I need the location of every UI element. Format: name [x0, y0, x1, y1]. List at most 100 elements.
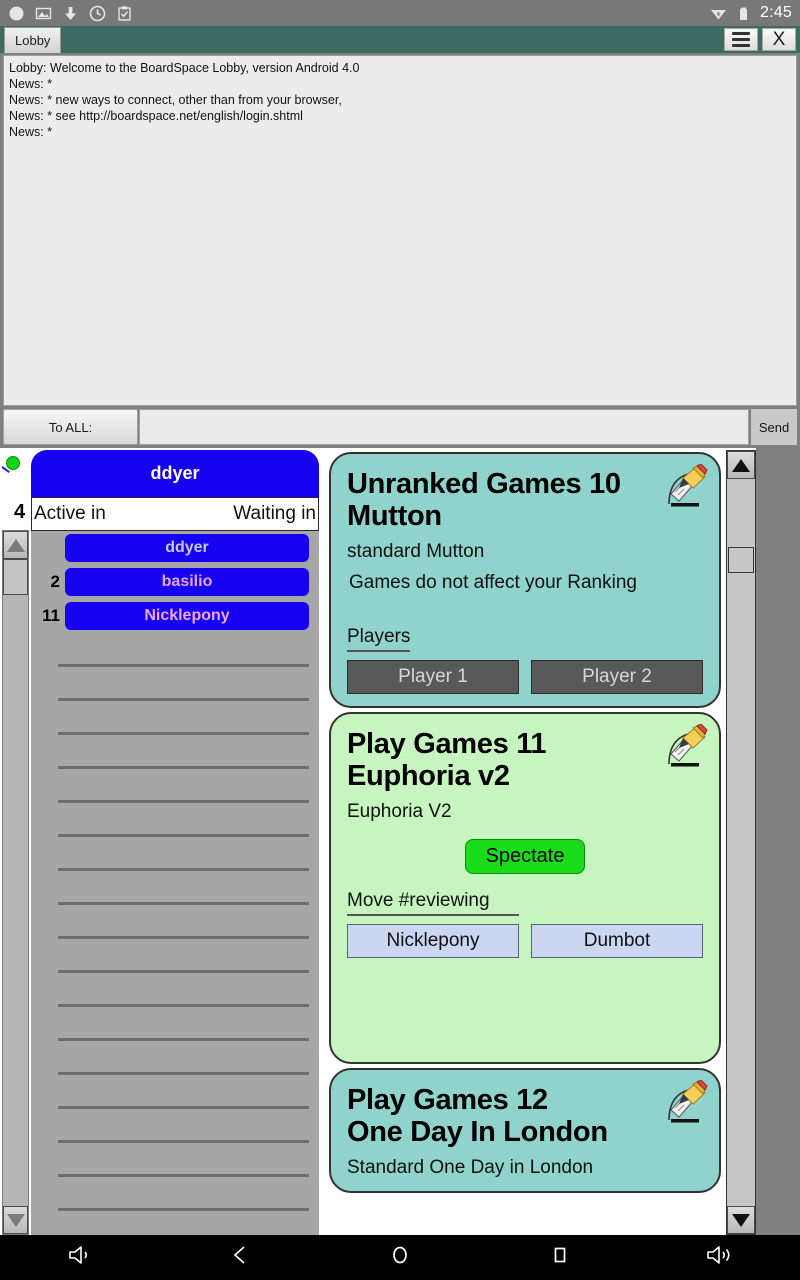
scroll-up-button[interactable]	[727, 451, 755, 479]
game-card-title-line1: Play Games 12	[347, 1083, 548, 1116]
menu-button[interactable]	[724, 28, 758, 51]
player-row-empty	[31, 633, 319, 667]
download-icon	[62, 5, 79, 22]
game-card-title-line1: Unranked Games 10	[347, 468, 621, 500]
pencil-notepad-icon	[663, 463, 711, 512]
chat-line: News: *	[9, 77, 53, 91]
scrollbar-thumb[interactable]	[728, 547, 754, 573]
status-bar-system-icons: 2:45	[710, 4, 792, 22]
player-row[interactable]: 11 Nicklepony	[31, 599, 319, 633]
status-bar-notification-icons	[8, 5, 133, 22]
player-list-body: ddyer 2 basilio 11 Nicklepony	[31, 531, 319, 1235]
scroll-down-button[interactable]	[727, 1206, 755, 1234]
game-room-card[interactable]: Play Games 11 Euphoria v2 Euphoria V2 Sp…	[329, 711, 721, 1064]
chat-message-input[interactable]	[139, 409, 749, 445]
circle-icon	[8, 5, 25, 22]
chat-line: Lobby: Welcome to the BoardSpace Lobby, …	[9, 61, 360, 75]
game-card-subtitle: Standard One Day in London	[347, 1156, 594, 1178]
game-card-section-label: Players	[347, 626, 411, 652]
player-panel-header: ddyer	[31, 450, 319, 497]
player-row[interactable]: 2 basilio	[31, 565, 319, 599]
player-row-empty	[31, 905, 319, 939]
spectate-row: Spectate	[347, 838, 703, 874]
hamburger-menu-icon	[732, 29, 750, 50]
chat-recipient-selector[interactable]: To ALL:	[3, 409, 138, 445]
connection-status-dot	[6, 456, 20, 470]
spectate-button[interactable]: Spectate	[464, 838, 586, 874]
game-card-title: Play Games 12 One Day In London	[347, 1084, 703, 1149]
chat-line: News: * new ways to connect, other than …	[9, 93, 342, 107]
player-row-empty	[31, 939, 319, 973]
status-bar-clock: 2:45	[760, 4, 792, 21]
back-button[interactable]	[210, 1241, 270, 1275]
triangle-down-icon	[6, 1213, 25, 1227]
seat-button[interactable]: Player 2	[531, 659, 703, 694]
pencil-notepad-icon	[663, 1079, 711, 1128]
volume-down-button[interactable]	[50, 1241, 110, 1275]
app-title-bar: Lobby X	[0, 26, 800, 53]
chat-line: News: * see http://boardspace.net/englis…	[9, 109, 303, 123]
player-row-empty	[31, 1007, 319, 1041]
player-row-empty	[31, 701, 319, 735]
send-button[interactable]: Send	[751, 409, 797, 445]
scroll-down-button[interactable]	[3, 1206, 28, 1234]
game-card-seat-row: Nicklepony Dumbot	[347, 923, 703, 958]
game-card-section-label: Move #reviewing	[347, 890, 519, 916]
pencil-notepad-icon	[663, 723, 711, 772]
player-rank: 2	[50, 572, 60, 591]
game-card-note: Games do not affect your Ranking	[349, 571, 637, 593]
volume-down-icon	[66, 1243, 94, 1272]
scrollbar-thumb[interactable]	[3, 559, 28, 595]
player-row-empty	[31, 1075, 319, 1109]
chat-log[interactable]: Lobby: Welcome to the BoardSpace Lobby, …	[3, 55, 797, 406]
player-name: basilio	[161, 573, 213, 590]
player-name-chip[interactable]: Nicklepony	[65, 602, 309, 630]
scroll-up-button[interactable]	[3, 531, 28, 559]
clipboard-check-icon	[116, 5, 133, 22]
wifi-icon	[710, 5, 727, 22]
player-row[interactable]: ddyer	[31, 531, 319, 565]
seat-button[interactable]: Dumbot	[531, 923, 703, 958]
volume-up-button[interactable]	[690, 1241, 750, 1275]
close-icon: X	[772, 29, 786, 50]
battery-icon	[735, 5, 752, 22]
screen-root: 2:45 Lobby X Lobby: Welcome to the Board…	[0, 0, 800, 1280]
recents-button[interactable]	[530, 1241, 590, 1275]
game-card-title: Unranked Games 10 Mutton	[347, 468, 703, 533]
triangle-up-icon	[6, 538, 25, 552]
game-card-seat-row: Player 1 Player 2	[347, 659, 703, 694]
game-room-list[interactable]: Unranked Games 10 Mutton standard Mutton…	[325, 448, 725, 1235]
recents-icon	[548, 1243, 572, 1272]
player-name-chip[interactable]: ddyer	[65, 534, 309, 562]
game-card-title-line2: One Day In London	[347, 1116, 608, 1149]
player-row-empty	[31, 871, 319, 905]
player-row-empty	[31, 1041, 319, 1075]
player-name-chip[interactable]: basilio	[65, 568, 309, 596]
home-icon	[388, 1243, 412, 1272]
player-row-empty	[31, 803, 319, 837]
game-card-title: Play Games 11 Euphoria v2	[347, 728, 703, 793]
column-active: Active in	[34, 503, 106, 524]
game-card-title-line1: Play Games 11	[347, 727, 547, 760]
game-room-card[interactable]: Unranked Games 10 Mutton standard Mutton…	[329, 452, 721, 708]
game-room-card[interactable]: Play Games 12 One Day In London Standard…	[329, 1067, 721, 1193]
triangle-down-icon	[732, 1213, 750, 1227]
active-player-count: 4	[14, 501, 26, 523]
close-button[interactable]: X	[762, 28, 796, 51]
seat-button[interactable]: Nicklepony	[347, 923, 519, 958]
player-row-empty	[31, 667, 319, 701]
player-list-scrollbar[interactable]	[2, 530, 29, 1235]
game-card-subtitle: Euphoria V2	[347, 800, 452, 822]
game-card-subtitle: standard Mutton	[347, 540, 485, 562]
home-button[interactable]	[370, 1241, 430, 1275]
game-list-scrollbar[interactable]	[726, 450, 756, 1235]
player-list-panel: ddyer Active in Waiting in ddyer 2 basil…	[31, 450, 319, 1235]
player-row-empty	[31, 1177, 319, 1211]
tab-lobby[interactable]: Lobby	[4, 27, 62, 53]
right-gutter	[756, 448, 800, 1235]
seat-button[interactable]: Player 1	[347, 659, 519, 694]
player-panel-columns: Active in Waiting in	[31, 497, 319, 531]
back-icon	[228, 1243, 252, 1272]
player-row-empty	[31, 1109, 319, 1143]
android-navigation-bar	[0, 1235, 800, 1280]
